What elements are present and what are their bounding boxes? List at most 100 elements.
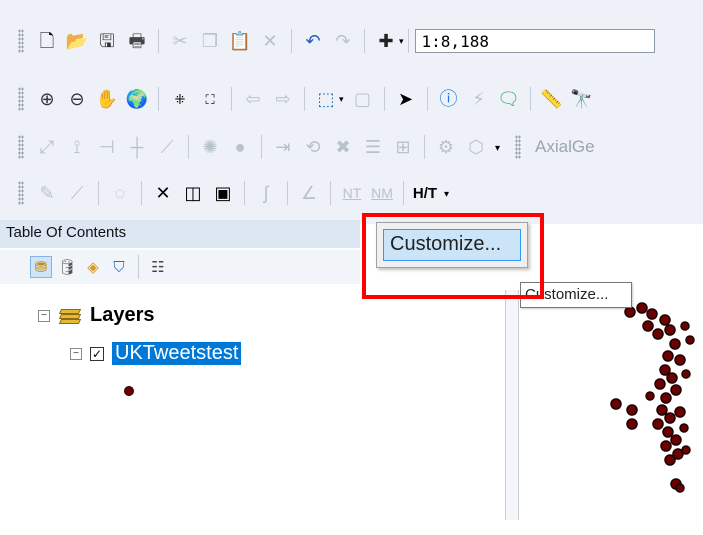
toolbar-separator [188,135,189,159]
shared-features-icon[interactable]: ⚙ [433,134,459,160]
pan-hand-icon[interactable]: ✋ [94,86,120,112]
grid-snap-icon[interactable]: ⊞ [390,134,416,160]
toolbar-separator [138,255,139,279]
toc-toolbar: ⛃ 🛢 ◈ ⛉ ☷ [0,250,360,284]
delete-icon[interactable]: ✕ [257,28,283,54]
node-cross-icon[interactable]: ┼ [124,134,150,160]
html-popup-icon[interactable]: 🗨 [496,86,522,112]
toolbar-options-dropdown-icon[interactable]: ▾ [444,186,454,200]
toolbar-separator [141,181,142,205]
validate-topology-icon[interactable]: ✺ [197,134,223,160]
clear-selection-icon[interactable]: ▢ [350,86,376,112]
toolbar-separator [98,181,99,205]
axial-toolbar-label: AxialGe [535,137,595,156]
grid-table-icon[interactable]: ☰ [360,134,386,160]
map-display[interactable] [520,300,703,535]
list-by-selection-icon[interactable]: ⛉ [108,256,130,278]
nt-button[interactable]: NT [339,180,365,206]
toolbar-separator [304,87,305,111]
toolbar-separator [426,87,428,111]
redo-icon[interactable]: ↷ [330,28,356,54]
identify-icon[interactable]: ⓘ [436,86,462,112]
toolbar-separator [403,181,404,205]
topology-edit-icon[interactable]: ⟟ [64,134,90,160]
collapse-icon[interactable]: − [38,309,50,322]
select-elements-arrow-icon[interactable]: ➤ [393,86,419,112]
nm-button[interactable]: NM [369,180,395,206]
layers-label: Layers [90,304,155,326]
reshape-edge-icon[interactable]: ⟋ [154,134,180,160]
paste-icon[interactable]: 📋 [227,28,253,54]
list-by-source-icon[interactable]: 🛢 [56,256,78,278]
angle-tool-icon[interactable]: ∠ [296,180,322,206]
map-points [610,302,695,493]
fixed-zoom-in-icon[interactable]: ⁜ [167,86,193,112]
full-extent-globe-icon[interactable]: 🌍 [124,86,150,112]
zoom-in-icon[interactable]: ⊕ [34,86,60,112]
collapse-icon[interactable]: − [70,347,82,360]
toolbar-separator [330,181,331,205]
new-document-icon[interactable]: 🗋 [34,28,60,54]
curve-icon[interactable]: ʃ [253,180,279,206]
toolbar-separator [158,87,159,111]
point-symbol-icon [124,386,134,396]
standard-toolbar: 🗋 📂 🖫 🖶 ✂ ❐ 📋 ✕ ↶ ↷ ✚ ▾ 1:8,188 [18,24,655,58]
fixed-zoom-out-icon[interactable]: ⛶ [197,86,223,112]
layer-visibility-checkbox[interactable]: ✓ [90,346,104,361]
fix-error-icon[interactable]: ⇥ [270,134,296,160]
ht-button[interactable]: H/T [412,180,438,206]
validate-sphere-icon[interactable]: ● [227,134,253,160]
toolbar-grip[interactable] [18,87,24,111]
options-icon[interactable]: ☷ [147,256,169,278]
split-edge-icon[interactable]: ⊣ [94,134,120,160]
save-icon[interactable]: 🖫 [94,28,120,54]
toolbar-grip[interactable] [18,29,24,53]
measure-icon[interactable]: 📏 [539,86,565,112]
toolbar-separator [364,29,365,53]
hyperlink-icon[interactable]: ⚡ [466,86,492,112]
select-features-icon[interactable]: ⬚ [313,86,339,112]
forward-arrow-icon[interactable]: ⇨ [270,86,296,112]
edit-vertices-icon[interactable]: ⟋ [64,180,90,206]
layers-tree-node[interactable]: − Layers [38,304,155,327]
layer-name[interactable]: UKTweetstest [112,342,242,365]
tools-toolbar: ⊕ ⊖ ✋ 🌍 ⁜ ⛶ ⇦ ⇨ ⬚ ▾ ▢ ➤ ⓘ ⚡ 🗨 📏 🔭 [18,82,597,116]
polygon-icon[interactable]: ⬡ [463,134,489,160]
edit-toolbar: ✎ ⟋ ◌ ✕ ◫ ▣ ʃ ∠ NT NM H/T ▾ [18,176,454,210]
map-topology-icon[interactable]: ⤢ [34,134,60,160]
rotate-tool-icon[interactable]: ⟲ [300,134,326,160]
add-data-icon[interactable]: ✚ [373,28,399,54]
find-binoculars-icon[interactable]: 🔭 [569,86,595,112]
toc-title: Table Of Contents [0,220,360,248]
add-data-dropdown-icon[interactable]: ▾ [399,36,404,47]
list-by-drawing-order-icon[interactable]: ⛃ [30,256,52,278]
cut-icon[interactable]: ✂ [167,28,193,54]
error-inspector-icon[interactable]: ✖ [330,134,356,160]
select-dropdown-icon[interactable]: ▾ [339,94,344,105]
toolbar-options-dropdown-icon[interactable]: ▾ [495,140,505,154]
toolbar-separator [261,135,262,159]
copy-icon[interactable]: ❐ [197,28,223,54]
list-by-visibility-icon[interactable]: ◈ [82,256,104,278]
delete-segment-icon[interactable]: ✕ [150,180,176,206]
topology-toolbar: ⤢ ⟟ ⊣ ┼ ⟋ ✺ ● ⇥ ⟲ ✖ ☰ ⊞ ⚙ ⬡ ▾ AxialGe [18,130,595,164]
back-arrow-icon[interactable]: ⇦ [240,86,266,112]
lasso-icon[interactable]: ◌ [107,180,133,206]
open-folder-icon[interactable]: 📂 [64,28,90,54]
print-icon[interactable]: 🖶 [124,28,150,54]
arcmap-window: 🗋 📂 🖫 🖶 ✂ ❐ 📋 ✕ ↶ ↷ ✚ ▾ 1:8,188 ⊕ ⊖ ✋ 🌍 [0,0,703,535]
toolbar-separator [231,87,232,111]
map-scale-input[interactable]: 1:8,188 [414,29,655,53]
edit-sketch-icon[interactable]: ✎ [34,180,60,206]
node-square-icon[interactable]: ▣ [210,180,236,206]
undo-icon[interactable]: ↶ [300,28,326,54]
toolbar-grip[interactable] [515,135,521,159]
toolbar-grip[interactable] [18,135,24,159]
toolbar-separator [291,29,292,53]
toolbar-grip[interactable] [18,181,24,205]
toc-tree: − Layers − ✓ UKTweetstest [30,290,510,520]
segment-split-icon[interactable]: ◫ [180,180,206,206]
layer-tree-node[interactable]: − ✓ UKTweetstest [70,342,242,365]
toc-scrollbar[interactable] [505,290,519,520]
zoom-out-icon[interactable]: ⊖ [64,86,90,112]
